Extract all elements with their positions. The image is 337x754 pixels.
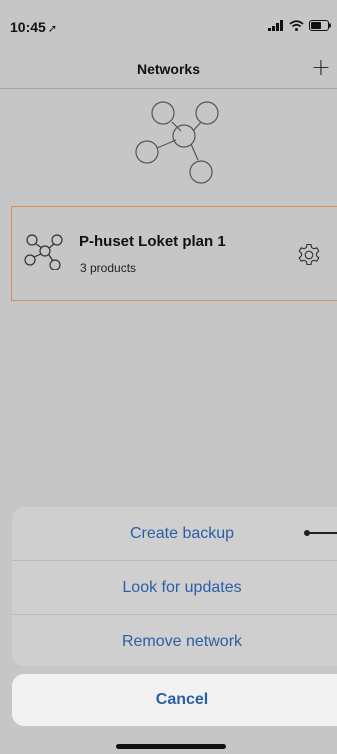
battery-icon	[309, 20, 331, 31]
plus-icon: +	[310, 53, 331, 81]
cancel-label: Cancel	[155, 691, 209, 708]
annotation-pointer-line	[308, 532, 337, 534]
network-card[interactable]: P-huset Loket plan 1 3 products	[11, 206, 337, 301]
page-title: Networks	[136, 61, 201, 77]
look-for-updates-button[interactable]: Look for updates	[12, 561, 337, 615]
look-for-updates-label: Look for updates	[122, 579, 242, 596]
network-product-count: 3 products	[80, 261, 137, 275]
create-backup-button[interactable]: Create backup	[12, 507, 337, 561]
network-icon	[24, 234, 63, 270]
home-indicator	[116, 744, 226, 749]
nav-bar: Networks +	[0, 50, 337, 89]
remove-network-label: Remove network	[121, 633, 243, 650]
status-icons	[268, 20, 331, 31]
signal-icon	[268, 20, 283, 31]
cancel-button[interactable]: Cancel	[12, 674, 337, 726]
network-name: P-huset Loket plan 1	[79, 233, 226, 250]
action-sheet: Create backup Look for updates Remove ne…	[12, 507, 337, 666]
gear-icon[interactable]	[297, 243, 321, 267]
remove-network-button[interactable]: Remove network	[12, 615, 337, 666]
status-bar: 10:45 ➚	[0, 0, 337, 50]
wifi-icon	[289, 20, 304, 31]
status-time: 10:45 ➚	[10, 19, 58, 35]
location-arrow-icon: ➚	[47, 23, 58, 35]
add-network-button[interactable]: +	[311, 55, 331, 79]
create-backup-label: Create backup	[129, 525, 235, 542]
network-hero-icon	[135, 101, 219, 184]
